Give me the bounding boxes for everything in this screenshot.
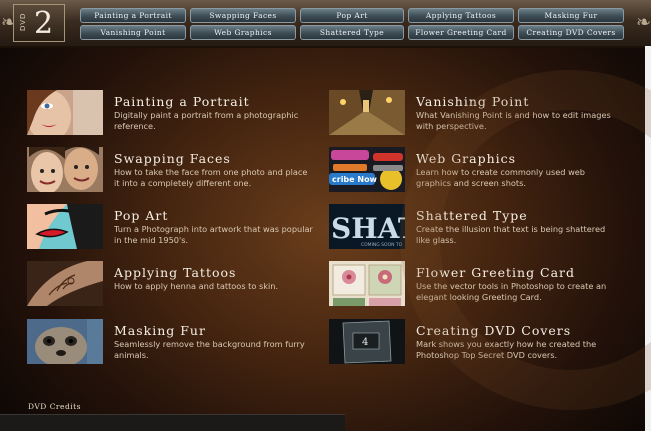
portrait-thumbnail[interactable]	[27, 90, 103, 135]
dvd-label: DVD	[19, 12, 27, 31]
dvd-cover-thumbnail[interactable]: 4	[329, 319, 405, 364]
lesson-description: Use the vector tools in Photoshop to cre…	[416, 281, 607, 302]
nav-masking-fur[interactable]: Masking Fur	[518, 8, 624, 23]
nav-painting-a-portrait[interactable]: Painting a Portrait	[80, 8, 186, 23]
nav-applying-tattoos[interactable]: Applying Tattoos	[408, 8, 514, 23]
nav-pop-art[interactable]: Pop Art	[300, 8, 404, 23]
lesson-description: Mark shows you exactly how he created th…	[416, 339, 597, 360]
nav-vanishing-point[interactable]: Vanishing Point	[80, 25, 186, 40]
shattered-text: SHAT	[331, 212, 405, 245]
lesson-title: Shattered Type	[416, 208, 528, 223]
lesson-title: Applying Tattoos	[114, 265, 237, 280]
shattered-subtext: COMING SOON TO	[361, 242, 403, 248]
app-window: ❧ DVD 2 ❧ Painting a Portrait Swapping F…	[0, 0, 651, 431]
street-thumbnail[interactable]	[329, 90, 405, 135]
nav-shattered-type[interactable]: Shattered Type	[300, 25, 404, 40]
web-graphics-text: cribe Now	[332, 175, 378, 184]
dvd-cover-number: 4	[362, 337, 368, 348]
lesson-description: Learn how to create commonly used web gr…	[416, 167, 586, 188]
right-ornament-icon: ❧	[636, 12, 651, 33]
fur-thumbnail[interactable]	[27, 319, 103, 364]
nav-creating-dvd-covers[interactable]: Creating DVD Covers	[518, 25, 624, 40]
shattered-type-thumbnail[interactable]: SHAT COMING SOON TO	[329, 204, 405, 249]
nav-web-graphics[interactable]: Web Graphics	[190, 25, 296, 40]
lesson-description: How to apply henna and tattoos to skin.	[114, 281, 279, 291]
lesson-title: Vanishing Point	[416, 94, 530, 109]
lesson-title: Masking Fur	[114, 323, 206, 338]
lesson-title: Swapping Faces	[114, 151, 231, 166]
dvd-badge: DVD 2	[13, 4, 65, 42]
lesson-description: Digitally paint a portrait from a photog…	[114, 110, 299, 131]
flower-card-thumbnail[interactable]	[329, 261, 405, 306]
lesson-description: How to take the face from one photo and …	[114, 167, 308, 188]
lesson-title: Flower Greeting Card	[416, 265, 576, 280]
faces-thumbnail[interactable]	[27, 147, 103, 192]
lesson-title: Painting a Portrait	[114, 94, 250, 109]
footer-bar	[0, 414, 345, 431]
lesson-description: What Vanishing Point is and how to edit …	[416, 110, 611, 131]
top-navigation-bar: ❧ DVD 2 ❧ Painting a Portrait Swapping F…	[0, 0, 651, 48]
lesson-title: Web Graphics	[416, 151, 517, 166]
lesson-description: Seamlessly remove the background from fu…	[114, 339, 305, 360]
tattoo-thumbnail[interactable]	[27, 261, 103, 306]
nav-swapping-faces[interactable]: Swapping Faces	[190, 8, 296, 23]
dvd-number: 2	[34, 6, 54, 41]
lesson-description: Turn a Photograph into artwork that was …	[114, 224, 313, 245]
dvd-credits-link[interactable]: DVD Credits	[28, 402, 81, 411]
lesson-description: Create the illusion that text is being s…	[416, 224, 606, 245]
right-edge-strip	[645, 46, 651, 431]
lesson-title: Pop Art	[114, 208, 169, 223]
web-graphics-thumbnail[interactable]: cribe Now	[329, 147, 405, 192]
pop-art-thumbnail[interactable]	[27, 204, 103, 249]
nav-flower-greeting-card[interactable]: Flower Greeting Card	[408, 25, 514, 40]
lesson-title: Creating DVD Covers	[416, 323, 572, 338]
